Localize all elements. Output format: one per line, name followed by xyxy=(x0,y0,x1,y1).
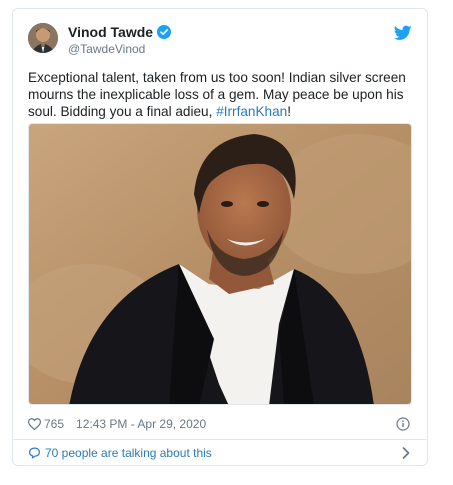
timestamp[interactable]: 12:43 PM - Apr 29, 2020 xyxy=(76,417,206,431)
avatar[interactable] xyxy=(28,23,58,53)
verified-badge-icon xyxy=(157,25,172,39)
hashtag-link[interactable]: #IrrfanKhan xyxy=(216,104,287,119)
tweet-card: Vinod Tawde @TawdeVinod Exceptional tale… xyxy=(12,8,428,466)
tweet-text: Exceptional talent, taken from us too so… xyxy=(28,69,418,120)
display-name[interactable]: Vinod Tawde xyxy=(68,23,153,41)
like-count[interactable]: 765 xyxy=(44,417,64,431)
tweet-photo[interactable] xyxy=(28,123,412,405)
tweet-meta: 765 12:43 PM - Apr 29, 2020 xyxy=(27,416,412,432)
chat-bubble-icon xyxy=(28,447,41,459)
chevron-right-icon[interactable] xyxy=(402,447,410,459)
twitter-bird-icon[interactable] xyxy=(393,25,412,41)
conversation-label[interactable]: 70 people are talking about this xyxy=(45,446,212,460)
heart-icon[interactable] xyxy=(27,418,42,431)
author-info: Vinod Tawde @TawdeVinod xyxy=(68,23,172,57)
divider xyxy=(13,439,427,440)
user-handle[interactable]: @TawdeVinod xyxy=(68,41,171,57)
conversation-link[interactable]: 70 people are talking about this xyxy=(28,445,412,461)
tweet-header: Vinod Tawde @TawdeVinod xyxy=(28,23,412,57)
tweet-text-end: ! xyxy=(287,104,292,119)
info-icon[interactable] xyxy=(396,417,410,431)
